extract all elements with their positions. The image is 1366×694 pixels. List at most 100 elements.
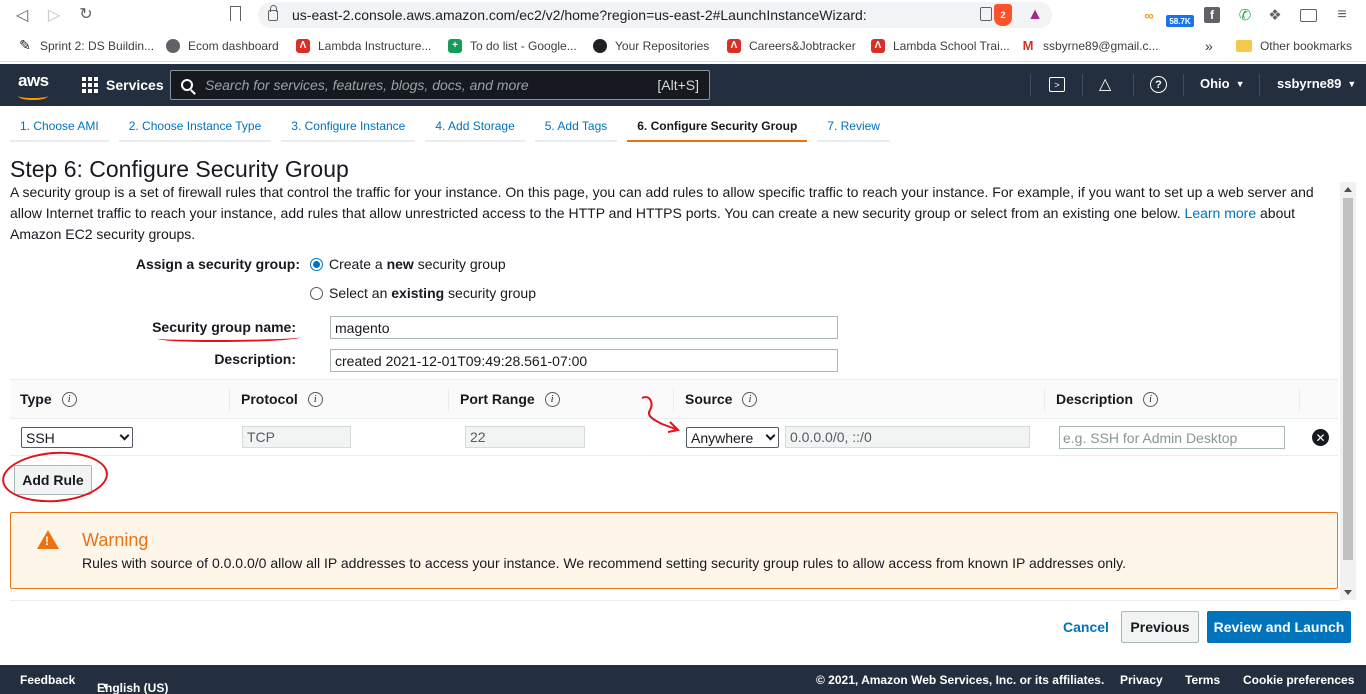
- bookmark-item[interactable]: Λ Careers&Jobtracker: [727, 38, 856, 53]
- assign-security-group-label: Assign a security group:: [135, 256, 300, 272]
- extension-infinity-icon[interactable]: ∞: [1140, 4, 1158, 26]
- region-selector[interactable]: Ohio ▼: [1200, 76, 1245, 91]
- lock-icon: [268, 4, 278, 21]
- caret-down-icon: ▼: [101, 681, 110, 691]
- page-scrollbar[interactable]: [1340, 182, 1356, 600]
- bookmark-item[interactable]: ✎ Sprint 2: DS Buildin...: [18, 37, 154, 53]
- source-select[interactable]: Anywhere: [686, 427, 779, 448]
- folder-icon: [1235, 39, 1252, 52]
- red-arrow-annotation: [641, 396, 681, 433]
- feedback-link[interactable]: Feedback: [20, 673, 75, 687]
- column-divider: [1299, 388, 1300, 412]
- tab-configure-instance[interactable]: 3. Configure Instance: [281, 112, 416, 142]
- aws-logo[interactable]: aws: [18, 71, 52, 100]
- chevron-down-icon: [765, 430, 776, 441]
- previous-button[interactable]: Previous: [1121, 611, 1199, 643]
- services-menu-button[interactable]: Services: [82, 77, 164, 93]
- warning-alert: ! Warning Rules with source of 0.0.0.0/0…: [10, 512, 1338, 589]
- reload-icon[interactable]: ↻: [72, 4, 100, 24]
- scrollbar-thumb[interactable]: [1343, 198, 1353, 560]
- cloudshell-icon[interactable]: >: [1049, 77, 1065, 92]
- help-icon[interactable]: ?: [1150, 76, 1167, 93]
- console-search-input[interactable]: Search for services, features, blogs, do…: [170, 70, 710, 100]
- extension-badge-icon[interactable]: 58.7K: [1166, 15, 1194, 27]
- tab-choose-instance-type[interactable]: 2. Choose Instance Type: [118, 112, 272, 142]
- github-icon: [593, 38, 607, 53]
- account-menu[interactable]: ssbyrne89 ▼: [1277, 76, 1356, 91]
- red-circle-annotation: [0, 448, 110, 506]
- bookmark-item[interactable]: Your Repositories: [593, 38, 709, 53]
- info-icon[interactable]: i: [1143, 391, 1159, 407]
- sheets-icon: +: [448, 38, 462, 53]
- column-divider: [229, 388, 230, 412]
- globe-icon: [166, 38, 180, 53]
- radio-selected-icon[interactable]: [310, 257, 323, 271]
- copyright-text: © 2021, Amazon Web Services, Inc. or its…: [816, 673, 1105, 687]
- terms-link[interactable]: Terms: [1185, 673, 1220, 687]
- address-bar[interactable]: us-east-2.console.aws.amazon.com/ec2/v2/…: [258, 2, 1052, 28]
- info-icon[interactable]: i: [742, 391, 758, 407]
- aws-smile-icon: [18, 92, 48, 100]
- console-footer: Feedback English (US) ▼ © 2021, Amazon W…: [0, 665, 1366, 694]
- back-icon[interactable]: ◁: [8, 5, 36, 25]
- cancel-button[interactable]: Cancel: [1058, 611, 1114, 643]
- tab-add-storage[interactable]: 4. Add Storage: [425, 112, 525, 142]
- security-group-name-input[interactable]: [330, 316, 838, 339]
- radio-unselected-icon[interactable]: [310, 286, 323, 300]
- header-divider: [1259, 74, 1260, 96]
- divider: [10, 600, 1340, 601]
- bookmark-star-icon[interactable]: [230, 6, 241, 21]
- forward-icon[interactable]: ▷: [40, 5, 68, 25]
- bookmark-item[interactable]: M ssbyrne89@gmail.c...: [1021, 38, 1159, 53]
- cookie-preferences-link[interactable]: Cookie preferences: [1243, 673, 1354, 687]
- tab-review[interactable]: 7. Review: [817, 112, 890, 142]
- brave-rewards-icon[interactable]: ▲: [1026, 4, 1044, 26]
- facebook-icon[interactable]: f: [1204, 7, 1220, 23]
- phone-extension-icon[interactable]: ✆: [1237, 4, 1253, 26]
- privacy-link[interactable]: Privacy: [1120, 673, 1163, 687]
- warning-title: Warning: [82, 530, 149, 550]
- column-divider: [448, 388, 449, 412]
- radio-create-new-group[interactable]: Create a new security group: [310, 256, 506, 272]
- browser-toolbar: ◁ ▷ ↻ us-east-2.console.aws.amazon.com/e…: [0, 0, 1366, 30]
- menu-icon[interactable]: ≡: [1334, 4, 1350, 26]
- tab-add-tags[interactable]: 5. Add Tags: [534, 112, 618, 142]
- wallet-icon[interactable]: [1300, 9, 1317, 22]
- source-cidr-field[interactable]: 0.0.0.0/0, ::/0: [785, 426, 1030, 448]
- caret-down-icon: ▼: [1347, 78, 1357, 89]
- header-divider: [1030, 74, 1031, 96]
- gmail-icon: M: [1022, 38, 1034, 53]
- url-text: us-east-2.console.aws.amazon.com/ec2/v2/…: [292, 7, 867, 23]
- rule-description-input[interactable]: e.g. SSH for Admin Desktop: [1059, 426, 1285, 449]
- tab-choose-ami[interactable]: 1. Choose AMI: [10, 112, 109, 142]
- more-bookmarks-button[interactable]: »: [1205, 38, 1213, 54]
- column-header-type: Type i: [20, 391, 77, 407]
- info-icon[interactable]: i: [544, 391, 560, 407]
- bookmark-item[interactable]: Λ Lambda Instructure...: [296, 38, 431, 53]
- brave-shield-icon[interactable]: 2: [994, 4, 1012, 26]
- notifications-bell-icon[interactable]: △: [1099, 74, 1111, 94]
- bookmark-item[interactable]: Ecom dashboard: [166, 38, 279, 53]
- remove-rule-icon[interactable]: ✕: [1312, 429, 1329, 446]
- extensions-puzzle-icon[interactable]: ❖: [1267, 4, 1283, 26]
- scroll-down-icon[interactable]: [1344, 590, 1352, 595]
- info-icon[interactable]: i: [307, 391, 323, 407]
- column-divider: [1044, 388, 1045, 412]
- info-icon[interactable]: i: [61, 391, 77, 407]
- learn-more-link[interactable]: Learn more: [1185, 205, 1257, 221]
- radio-select-existing-group[interactable]: Select an existing security group: [310, 285, 536, 301]
- bookmark-item[interactable]: Λ Lambda School Trai...: [871, 38, 1010, 53]
- other-bookmarks[interactable]: Other bookmarks: [1235, 39, 1352, 53]
- grid-icon: [82, 77, 98, 93]
- pencil-icon: ✎: [19, 37, 31, 53]
- share-icon[interactable]: [980, 7, 992, 21]
- bookmark-item[interactable]: + To do list - Google...: [448, 38, 577, 53]
- scroll-up-icon[interactable]: [1344, 187, 1352, 192]
- search-icon: [181, 79, 193, 91]
- column-header-source: Source i: [685, 391, 758, 407]
- group-description-label: Description:: [214, 351, 296, 367]
- review-and-launch-button[interactable]: Review and Launch: [1207, 611, 1351, 643]
- group-description-input[interactable]: [330, 349, 838, 372]
- tab-configure-security-group[interactable]: 6. Configure Security Group: [627, 112, 808, 142]
- rule-type-select[interactable]: SSH: [21, 427, 133, 448]
